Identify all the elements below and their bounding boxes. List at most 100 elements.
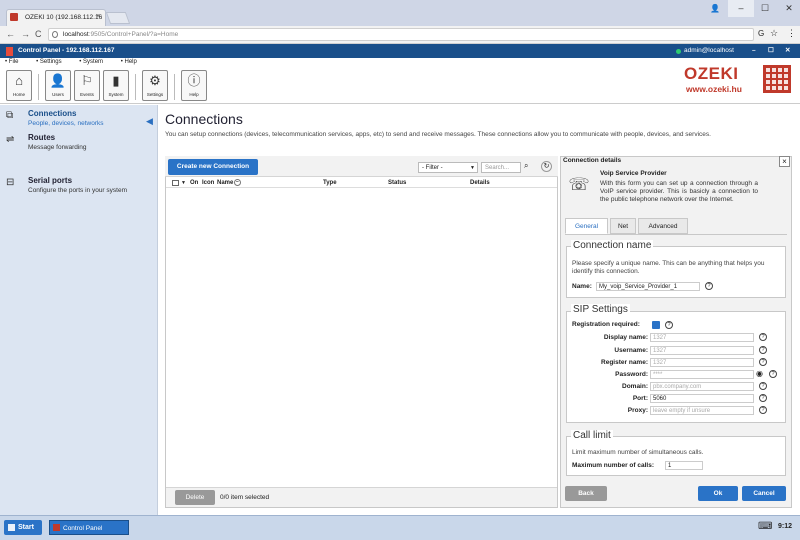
bookmark-star-icon[interactable]: ☆: [770, 28, 778, 39]
port-field[interactable]: 5060: [650, 394, 754, 403]
toolbar-system-label: System: [108, 92, 124, 97]
reload-icon[interactable]: C: [35, 29, 42, 39]
max-calls-label: Maximum number of calls:: [572, 462, 654, 469]
refresh-icon[interactable]: ↻: [541, 161, 552, 172]
column-type[interactable]: Type: [323, 178, 337, 188]
collapse-sidebar-icon[interactable]: ◀: [146, 116, 153, 127]
help-icon[interactable]: ?: [769, 370, 777, 378]
menu-system[interactable]: • System: [79, 59, 111, 65]
browser-tab[interactable]: OZEKI 10 (192.168.112.16: [6, 9, 106, 26]
service-name: Voip Service Provider: [600, 170, 667, 177]
routes-icon: ⇌: [6, 134, 15, 145]
tab-close-icon[interactable]: ×: [96, 13, 100, 20]
page-description: You can setup connections (devices, tele…: [165, 131, 711, 138]
close-icon[interactable]: ×: [779, 156, 790, 167]
toolbar-users-label: Users: [52, 92, 64, 97]
proxy-field[interactable]: leave empty if unsure: [650, 406, 754, 415]
connections-grid: [165, 156, 558, 508]
register-name-label: Register name:: [601, 359, 648, 366]
back-arrow-icon[interactable]: ←: [6, 29, 15, 39]
display-name-field[interactable]: 1327: [650, 333, 754, 342]
sidebar: [0, 105, 158, 515]
menu-settings[interactable]: • Settings: [36, 59, 69, 65]
toolbar-system-button[interactable]: ▮ System: [103, 70, 129, 101]
max-calls-field[interactable]: 1: [665, 461, 703, 470]
filter-select[interactable]: - Filter - ▼: [418, 162, 478, 173]
column-on[interactable]: On: [190, 178, 198, 188]
register-name-field[interactable]: 1327: [650, 358, 754, 367]
search-input[interactable]: Search...: [481, 162, 521, 173]
sort-name-icon[interactable]: −: [234, 179, 241, 186]
taskbar-control-panel[interactable]: Control Panel: [49, 520, 129, 535]
column-status[interactable]: Status: [388, 178, 406, 188]
forward-arrow-icon[interactable]: →: [21, 29, 30, 39]
password-field[interactable]: ****: [650, 370, 754, 379]
menu-help-label: Help: [124, 59, 137, 65]
help-icon[interactable]: ?: [759, 346, 767, 354]
column-name[interactable]: Name: [217, 178, 233, 188]
show-password-eye-icon[interactable]: ◉: [756, 369, 763, 378]
ok-button[interactable]: Ok: [698, 486, 738, 501]
browser-menu-icon[interactable]: ⋮: [787, 28, 796, 39]
start-icon: [8, 524, 15, 531]
logged-in-user[interactable]: admin@localhost: [684, 44, 734, 58]
new-tab-button[interactable]: [105, 12, 131, 24]
toolbar-settings-label: Settings: [146, 92, 164, 97]
toolbar-separator: [174, 74, 175, 100]
tab-net[interactable]: Net: [610, 218, 636, 234]
minimize-button[interactable]: –: [728, 0, 754, 17]
menu-help[interactable]: • Help: [121, 59, 145, 65]
panel-minimize-button[interactable]: –: [752, 44, 756, 58]
toolbar-home-button[interactable]: ⌂ Home: [6, 70, 32, 101]
name-field[interactable]: My_voip_Service_Provider_1: [596, 282, 700, 291]
help-icon[interactable]: ?: [665, 321, 673, 329]
home-icon: ⌂: [15, 73, 23, 88]
url-input[interactable]: localhost:9505/Control+Panel/?a=Home: [48, 28, 754, 41]
menu-system-label: System: [83, 59, 104, 65]
help-icon[interactable]: ?: [759, 382, 767, 390]
call-limit-help: Limit maximum number of simultaneous cal…: [572, 449, 704, 456]
help-icon[interactable]: ?: [759, 358, 767, 366]
toolbar-help-button[interactable]: ⓘ Help: [181, 70, 207, 101]
info-circle-icon[interactable]: [52, 31, 58, 38]
tab-advanced[interactable]: Advanced: [638, 218, 688, 234]
translate-icon[interactable]: G: [758, 29, 764, 38]
help-icon[interactable]: ?: [759, 333, 767, 341]
help-icon[interactable]: ?: [759, 394, 767, 402]
toolbar-events-button[interactable]: ⚐ Events: [74, 70, 100, 101]
registration-checkbox[interactable]: [652, 321, 660, 329]
profile-icon[interactable]: 👤: [702, 0, 728, 17]
domain-field[interactable]: pbx.company.com: [650, 382, 754, 391]
maximize-button[interactable]: ☐: [752, 0, 778, 17]
create-connection-button[interactable]: Create new Connection: [168, 159, 258, 175]
username-field[interactable]: 1327: [650, 346, 754, 355]
panel-close-button[interactable]: ✕: [785, 44, 790, 58]
chart-icon: ▮: [112, 73, 120, 88]
display-name-label: Display name:: [603, 334, 648, 341]
toolbar-settings-button[interactable]: ⚙ Settings: [142, 70, 168, 101]
sort-down-icon[interactable]: ▼: [181, 178, 186, 188]
sidebar-item-title: Serial ports: [28, 176, 73, 185]
details-title: Connection details: [563, 157, 622, 164]
tab-general[interactable]: General: [565, 218, 608, 234]
port-label: Port:: [632, 395, 648, 402]
sidebar-item-serial-ports[interactable]: ⊟ Serial ports Configure the ports in yo…: [6, 176, 156, 198]
toolbar-users-button[interactable]: 👤 Users: [45, 70, 71, 101]
cancel-button[interactable]: Cancel: [742, 486, 786, 501]
search-icon[interactable]: ⌕: [524, 161, 528, 171]
back-button[interactable]: Back: [565, 486, 607, 501]
column-icon[interactable]: Icon: [202, 178, 214, 188]
sidebar-item-connections[interactable]: ⧉ Connections People, devices, networks: [6, 109, 156, 131]
help-icon[interactable]: ?: [759, 406, 767, 414]
help-icon[interactable]: ?: [705, 282, 713, 290]
close-window-button[interactable]: ✕: [776, 0, 800, 17]
keyboard-icon[interactable]: ⌨: [758, 521, 772, 532]
delete-button[interactable]: Delete: [175, 490, 215, 505]
sidebar-item-routes[interactable]: ⇌ Routes Message forwarding: [6, 133, 156, 155]
clock: 9:12: [778, 523, 793, 530]
menu-file[interactable]: • File: [5, 59, 26, 65]
panel-maximize-button[interactable]: ☐: [768, 44, 774, 58]
column-details[interactable]: Details: [470, 178, 490, 188]
call-limit-legend: Call limit: [571, 430, 613, 441]
select-all-checkbox[interactable]: [172, 180, 179, 186]
